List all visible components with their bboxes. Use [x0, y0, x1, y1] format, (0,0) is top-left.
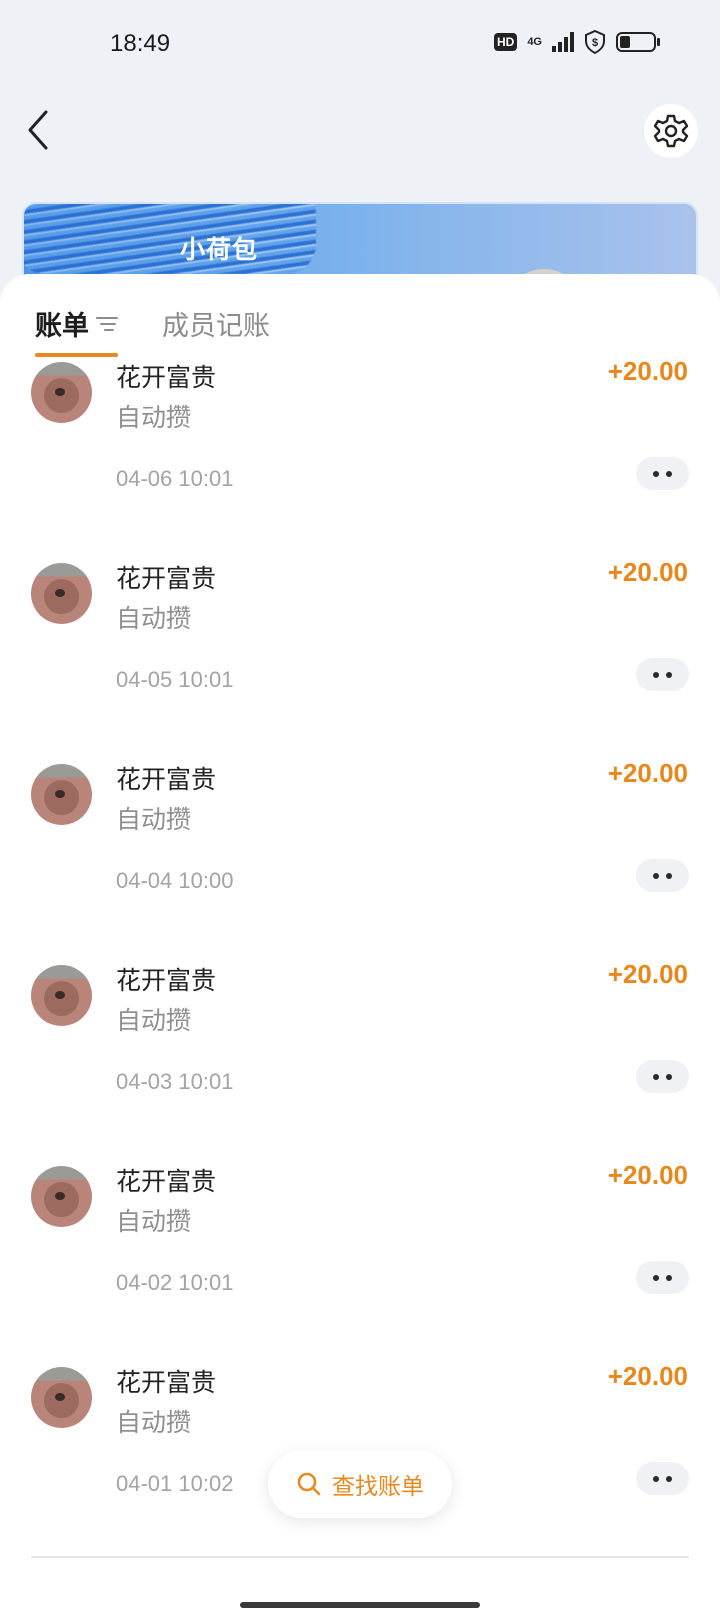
transaction-item[interactable]: 花开富贵 自动攒 +20.00 04-06 10:01 — [0, 356, 720, 562]
transaction-amount: +20.00 — [607, 758, 688, 788]
transaction-date: 04-03 10:01 — [116, 1069, 234, 1094]
dot-icon — [653, 1073, 659, 1080]
transaction-date: 04-01 10:02 — [116, 1471, 234, 1496]
battery-icon — [616, 32, 660, 52]
transaction-date: 04-04 10:00 — [116, 868, 234, 893]
signal-icon — [552, 32, 574, 52]
transaction-date: 04-06 10:01 — [116, 466, 234, 491]
transaction-name: 花开富贵 — [116, 765, 217, 794]
network-type: 4G — [527, 36, 542, 48]
transaction-desc: 自动攒 — [116, 805, 192, 834]
status-icons: HD 4G $ — [493, 30, 662, 54]
avatar — [31, 1166, 92, 1227]
avatar — [31, 563, 92, 624]
bill-sheet: 账单 成员记账 花开富贵 自动攒 +20.00 04-06 10:01 花开富贵… — [0, 274, 720, 1612]
more-button[interactable] — [636, 658, 689, 691]
filter-icon[interactable] — [95, 313, 119, 335]
dot-icon — [666, 470, 672, 477]
dot-icon — [653, 470, 659, 477]
dot-icon — [666, 1073, 672, 1080]
divider — [31, 1556, 689, 1558]
transaction-amount: +20.00 — [607, 557, 688, 587]
svg-text:$: $ — [592, 37, 598, 49]
transaction-amount: +20.00 — [607, 1160, 688, 1190]
dot-icon — [666, 1274, 672, 1281]
settings-button[interactable] — [644, 104, 698, 158]
transaction-amount: +20.00 — [607, 959, 688, 989]
transaction-desc: 自动攒 — [116, 604, 192, 633]
transaction-name: 花开富贵 — [116, 363, 217, 392]
more-button[interactable] — [636, 1261, 689, 1294]
transaction-item[interactable]: 花开富贵 自动攒 +20.00 04-02 10:01 — [0, 1160, 720, 1366]
transaction-name: 花开富贵 — [116, 1167, 217, 1196]
status-bar: 18:49 HD 4G $ — [0, 0, 720, 90]
tab-bills[interactable]: 账单 — [35, 304, 119, 343]
avatar — [31, 764, 92, 825]
back-button[interactable] — [22, 108, 62, 152]
transaction-desc: 自动攒 — [116, 1408, 192, 1437]
transaction-date: 04-05 10:01 — [116, 667, 234, 692]
more-button[interactable] — [636, 457, 689, 490]
dot-icon — [666, 671, 672, 678]
search-icon — [297, 1472, 321, 1496]
more-button[interactable] — [636, 859, 689, 892]
tab-bar: 账单 成员记账 — [0, 274, 720, 358]
transaction-desc: 自动攒 — [116, 1207, 192, 1236]
transaction-desc: 自动攒 — [116, 403, 192, 432]
dot-icon — [653, 1475, 659, 1482]
home-indicator[interactable] — [240, 1602, 480, 1608]
transaction-date: 04-02 10:01 — [116, 1270, 234, 1295]
dot-icon — [653, 671, 659, 678]
find-bills-label: 查找账单 — [332, 1474, 424, 1500]
avatar — [31, 965, 92, 1026]
dot-icon — [666, 1475, 672, 1482]
gear-icon — [653, 114, 689, 148]
network-type-label: 4G — [527, 36, 542, 48]
redaction-scribble — [24, 204, 316, 274]
dot-icon — [653, 1274, 659, 1281]
status-time: 18:49 — [110, 30, 171, 57]
tab-indicator — [35, 353, 118, 357]
avatar — [31, 1367, 92, 1428]
transaction-item[interactable]: 花开富贵 自动攒 +20.00 04-04 10:00 — [0, 758, 720, 964]
transaction-item[interactable]: 花开富贵 自动攒 +20.00 04-03 10:01 — [0, 959, 720, 1165]
more-button[interactable] — [636, 1060, 689, 1093]
transaction-item[interactable]: 花开富贵 自动攒 +20.00 04-05 10:01 — [0, 557, 720, 763]
transaction-name: 花开富贵 — [116, 1368, 217, 1397]
screen: 18:49 HD 4G $ 小荷包 账单 成员记账 花开富贵 自动攒 +20.0… — [0, 0, 720, 1612]
transaction-name: 花开富贵 — [116, 564, 217, 593]
dot-icon — [653, 872, 659, 879]
transaction-name: 花开富贵 — [116, 966, 217, 995]
more-button[interactable] — [636, 1462, 689, 1495]
avatar — [31, 362, 92, 423]
transaction-desc: 自动攒 — [116, 1006, 192, 1035]
chevron-left-icon — [28, 110, 48, 150]
shield-dollar-icon: $ — [585, 30, 605, 54]
transaction-amount: +20.00 — [607, 1361, 688, 1391]
transaction-amount: +20.00 — [607, 356, 688, 386]
hd-icon: HD — [493, 33, 518, 51]
tab-member-bookkeeping[interactable]: 成员记账 — [162, 304, 270, 343]
dot-icon — [666, 872, 672, 879]
wallet-title: 小荷包 — [180, 235, 259, 264]
tab-bills-label: 账单 — [35, 311, 89, 342]
find-bills-button[interactable]: 查找账单 — [268, 1450, 452, 1518]
